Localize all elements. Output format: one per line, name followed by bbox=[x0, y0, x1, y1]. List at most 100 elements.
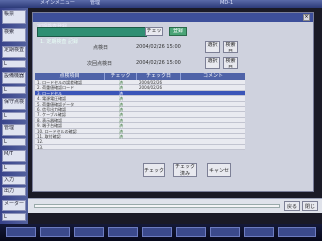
row-item: 8. 表示器確認 bbox=[37, 117, 63, 123]
row-date: 2004/02/26 bbox=[139, 85, 163, 91]
sidebar-subitem[interactable]: L bbox=[2, 164, 26, 172]
row-status bbox=[105, 139, 137, 144]
row-status bbox=[105, 145, 137, 150]
inspection-date-label: 点検日 bbox=[93, 45, 109, 51]
close-panel-button[interactable]: 閉じる bbox=[302, 201, 318, 211]
row-status: 済 bbox=[119, 123, 123, 129]
row-status: 済 bbox=[119, 117, 123, 123]
search-date-button-2[interactable]: 検索日 bbox=[223, 57, 238, 69]
row-comment bbox=[183, 91, 243, 96]
inspection-dialog: 定期検査登録 × 1. 定期検査 記録 チェック 登録 点検日 2004/02/… bbox=[32, 12, 314, 192]
check-button[interactable]: チェック bbox=[143, 163, 165, 177]
cancel-button[interactable]: キャンセル bbox=[207, 163, 231, 177]
taskbar-button[interactable] bbox=[244, 227, 274, 237]
row-status: 済 bbox=[119, 80, 123, 85]
taskbar-button[interactable] bbox=[74, 227, 104, 237]
sidebar-item-equipment[interactable]: 設備機器 bbox=[2, 72, 26, 84]
back-button[interactable]: 戻る bbox=[284, 201, 300, 211]
sidebar-item-input[interactable]: 入力 bbox=[2, 176, 26, 185]
sidebar-subitem[interactable]: L bbox=[2, 138, 26, 146]
sidebar-item-management[interactable]: 管理 bbox=[2, 124, 26, 136]
row-status: 済 bbox=[119, 101, 123, 107]
bottom-toolbar: 戻る 閉じる bbox=[28, 198, 322, 213]
row-item: 2. 荷重値確認ロード bbox=[37, 85, 75, 91]
titlebar-left: メインメニュー bbox=[40, 0, 75, 6]
taskbar-button[interactable] bbox=[210, 227, 240, 237]
close-icon: × bbox=[304, 14, 309, 20]
taskbar-button[interactable] bbox=[278, 227, 316, 237]
taskbar-button[interactable] bbox=[40, 227, 70, 237]
row-comment bbox=[183, 112, 243, 117]
select-date-button-1[interactable]: 選択 bbox=[205, 41, 220, 53]
row-status: 済 bbox=[119, 112, 123, 118]
row-comment bbox=[183, 129, 243, 134]
input-field[interactable] bbox=[34, 204, 280, 208]
row-item: 6. 信号出力確認 bbox=[37, 107, 67, 112]
taskbar-button[interactable] bbox=[176, 227, 206, 237]
search-date-button-1[interactable]: 検索日 bbox=[223, 41, 238, 53]
row-comment bbox=[183, 96, 243, 101]
tab-register[interactable]: 登録 bbox=[169, 27, 187, 36]
taskbar-button[interactable] bbox=[6, 227, 36, 237]
inspection-date-value: 2004/02/26 15:00 bbox=[136, 44, 181, 50]
next-inspection-label: 次回点検日 bbox=[87, 61, 113, 67]
row-item: 4. 電源電圧確認 bbox=[37, 96, 67, 102]
row-comment bbox=[183, 80, 243, 85]
select-date-button-2[interactable]: 選択 bbox=[205, 57, 220, 69]
row-date: 2004/02/26 bbox=[139, 80, 163, 85]
titlebar-mid: 管理 bbox=[90, 0, 101, 6]
row-date bbox=[139, 102, 181, 107]
row-comment bbox=[183, 107, 243, 112]
row-date bbox=[139, 123, 181, 128]
row-date bbox=[139, 139, 181, 144]
sidebar-subitem[interactable]: L bbox=[2, 112, 26, 120]
row-date bbox=[139, 96, 181, 101]
row-comment bbox=[183, 145, 243, 150]
app-titlebar: メインメニュー 管理 MD-1 bbox=[0, 0, 322, 8]
next-inspection-value: 2004/02/26 15:00 bbox=[136, 60, 181, 66]
row-item: 11. 取付確認 bbox=[37, 134, 61, 139]
col-header-item: 点検項目 bbox=[35, 73, 105, 80]
section-header: 1. 定期検査 記録 bbox=[37, 27, 147, 45]
row-status: 済 bbox=[119, 128, 123, 134]
sidebar-item-meter[interactable]: メーター bbox=[2, 200, 26, 211]
row-status: 済 bbox=[119, 90, 123, 96]
row-date bbox=[139, 91, 181, 96]
row-date bbox=[139, 145, 181, 150]
sidebar-item-report[interactable]: 帳票 bbox=[2, 10, 26, 24]
titlebar-right: MD-1 bbox=[220, 0, 234, 6]
check-done-button[interactable]: チェック済み bbox=[173, 163, 197, 177]
row-comment bbox=[183, 85, 243, 90]
col-header-check: チェック bbox=[105, 73, 137, 80]
taskbar-button[interactable] bbox=[108, 227, 138, 237]
sidebar-subitem[interactable]: L bbox=[2, 213, 26, 221]
sidebar-subitem[interactable]: L bbox=[2, 86, 26, 94]
taskbar bbox=[0, 224, 322, 241]
row-comment bbox=[183, 139, 243, 144]
row-item: 1. ロードセルの誤差確認 bbox=[37, 80, 83, 85]
sidebar-item-maintenance[interactable]: 保守点検 bbox=[2, 98, 26, 110]
sidebar-item-output[interactable]: 出力 bbox=[2, 187, 26, 196]
row-date bbox=[139, 107, 181, 112]
close-button[interactable]: × bbox=[303, 14, 310, 21]
table-row[interactable]: 13. bbox=[35, 144, 245, 151]
row-comment bbox=[183, 134, 243, 139]
dialog-titlebar: 定期検査登録 bbox=[33, 13, 313, 30]
taskbar-button[interactable] bbox=[142, 227, 172, 237]
row-item: 10. ロードセルの確認 bbox=[37, 128, 77, 134]
row-item: 5. 荷重値確認データ bbox=[37, 101, 75, 107]
col-header-date: チェック日 bbox=[137, 73, 181, 80]
row-comment bbox=[183, 102, 243, 107]
sidebar-item-search[interactable]: 検索 bbox=[2, 28, 26, 42]
left-sidebar: 帳票 検索 定期検査 L 設備機器 L 保守点検 L 管理 L M/T L 入力… bbox=[0, 8, 28, 224]
tab-check[interactable]: チェック bbox=[145, 27, 163, 36]
row-item: 12. bbox=[37, 139, 44, 145]
row-date bbox=[139, 134, 181, 139]
sidebar-subitem[interactable]: L bbox=[2, 60, 26, 68]
section-header-label: 1. 定期検査 記録 bbox=[40, 39, 78, 45]
row-item: 9. 端子台確認 bbox=[37, 123, 63, 129]
row-item: 3. ロードセル bbox=[37, 90, 63, 96]
sidebar-item-mt[interactable]: M/T bbox=[2, 150, 26, 162]
sidebar-item-periodic[interactable]: 定期検査 bbox=[2, 46, 26, 58]
row-date bbox=[139, 118, 181, 123]
